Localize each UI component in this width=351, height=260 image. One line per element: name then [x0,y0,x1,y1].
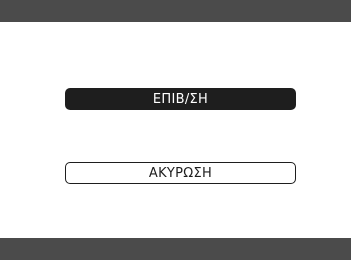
confirm-button[interactable]: ΕΠΙΒ/ΣΗ [65,88,296,110]
confirmation-screen: ΕΠΙΒ/ΣΗ ΑΚΥΡΩΣΗ [0,0,351,260]
top-bar [0,0,351,22]
bottom-bar [0,238,351,260]
cancel-button-label: ΑΚΥΡΩΣΗ [148,165,213,181]
confirm-button-label: ΕΠΙΒ/ΣΗ [152,91,209,107]
cancel-button[interactable]: ΑΚΥΡΩΣΗ [65,162,296,184]
